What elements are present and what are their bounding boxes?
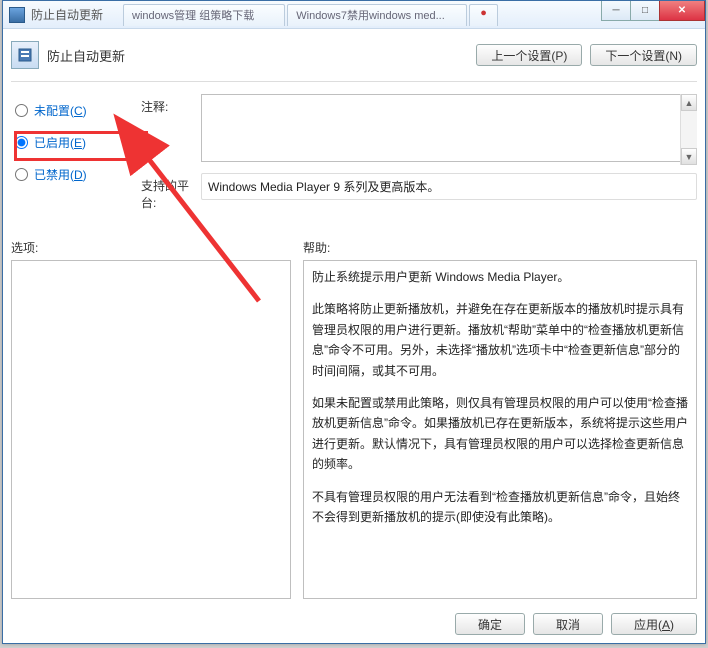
policy-editor-window: 防止自动更新 windows管理 组策略下载 Windows7禁用windows… [2, 0, 706, 644]
note-scrollbar[interactable]: ▲ ▼ [680, 94, 697, 165]
radio-enabled[interactable] [15, 136, 28, 149]
platform-label: 支持的平台: [141, 173, 201, 211]
note-textarea[interactable] [201, 94, 697, 162]
help-p4: 不具有管理员权限的用户无法看到“检查播放机更新信息”命令，且始终不会得到更新播放… [312, 487, 688, 528]
maximize-button[interactable]: □ [630, 1, 660, 21]
note-label: 注释: [141, 94, 201, 115]
scroll-down-icon[interactable]: ▼ [681, 148, 697, 165]
app-icon [9, 7, 25, 23]
footer-buttons: 确定 取消 应用(A) [455, 603, 697, 635]
tab-2[interactable]: Windows7禁用windows med... [287, 4, 467, 26]
header-row: 防止自动更新 上一个设置(P) 下一个设置(N) [11, 35, 697, 75]
options-panel [11, 260, 291, 599]
window-title: 防止自动更新 [31, 6, 103, 23]
prev-setting-button[interactable]: 上一个设置(P) [476, 44, 582, 66]
help-p1: 防止系统提示用户更新 Windows Media Player。 [312, 267, 688, 287]
help-panel[interactable]: 防止系统提示用户更新 Windows Media Player。 此策略将防止更… [303, 260, 697, 599]
state-radio-group: 未配置(C) 已启用(E) 已禁用(D) [11, 94, 131, 190]
help-p2: 此策略将防止更新播放机，并避免在存在更新版本的播放机时提示具有管理员权限的用户进… [312, 299, 688, 381]
scroll-up-icon[interactable]: ▲ [681, 94, 697, 111]
label-enabled[interactable]: 已启用(E) [34, 134, 86, 151]
cancel-button[interactable]: 取消 [533, 613, 603, 635]
radio-disabled[interactable] [15, 168, 28, 181]
radio-not-configured[interactable] [15, 104, 28, 117]
platform-value: Windows Media Player 9 系列及更高版本。 [201, 173, 697, 200]
minimize-button[interactable]: ─ [601, 1, 631, 21]
help-title: 帮助: [303, 239, 697, 260]
apply-button[interactable]: 应用(A) [611, 613, 697, 635]
options-title: 选项: [11, 239, 291, 260]
config-area: 未配置(C) 已启用(E) 已禁用(D) 注释: ▲ [11, 94, 697, 219]
browser-tabs: windows管理 组策略下载 Windows7禁用windows med...… [123, 4, 498, 26]
titlebar: 防止自动更新 windows管理 组策略下载 Windows7禁用windows… [3, 1, 705, 29]
label-disabled[interactable]: 已禁用(D) [34, 166, 87, 183]
ok-button[interactable]: 确定 [455, 613, 525, 635]
page-title: 防止自动更新 [47, 46, 125, 65]
help-p3: 如果未配置或禁用此策略，则仅具有管理员权限的用户可以使用“检查播放机更新信息”命… [312, 393, 688, 475]
policy-icon [11, 41, 39, 69]
close-button[interactable]: ✕ [659, 1, 705, 21]
divider [11, 81, 697, 82]
tab-1[interactable]: windows管理 组策略下载 [123, 4, 285, 26]
tab-extra[interactable]: ● [469, 4, 498, 26]
lower-panels: 选项: 帮助: 防止系统提示用户更新 Windows Media Player。… [11, 239, 697, 599]
next-setting-button[interactable]: 下一个设置(N) [590, 44, 697, 66]
label-not-configured[interactable]: 未配置(C) [34, 102, 87, 119]
